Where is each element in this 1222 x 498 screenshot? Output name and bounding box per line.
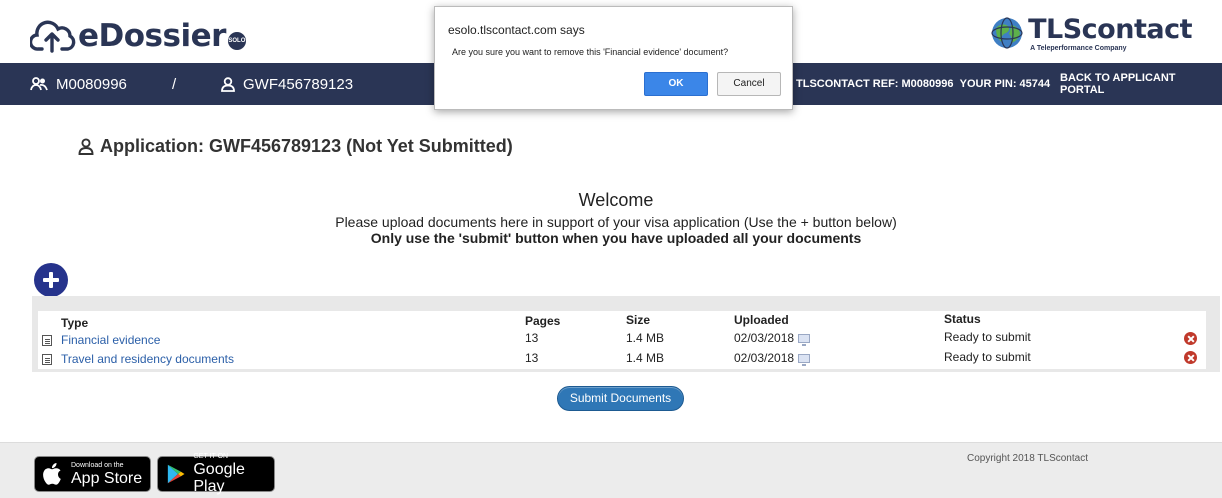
app-store-badge[interactable]: Download on the App Store [34, 456, 151, 492]
dialog-title: esolo.tlscontact.com says [448, 23, 585, 37]
pin-value: 45744 [1019, 78, 1051, 90]
cloud-upload-icon [30, 20, 76, 53]
document-link-travel-residency[interactable]: Travel and residency documents [61, 352, 234, 366]
globe-icon [991, 17, 1023, 49]
user-icon [78, 138, 94, 155]
ref-value: M0080996 [901, 78, 954, 90]
document-link-financial-evidence[interactable]: Financial evidence [61, 333, 160, 347]
reference-info: TLSCONTACT REF: M0080996 YOUR PIN: 45744 [796, 63, 1050, 105]
size-cell: 1.4 MB [626, 351, 665, 365]
page: eDossier SOLO TLScontact A Teleperforman… [0, 0, 1222, 498]
confirm-dialog: esolo.tlscontact.com says Are you sure y… [434, 6, 793, 110]
tlscontact-logo[interactable]: TLScontact A Teleperformance Company [990, 16, 1192, 52]
remove-circle-icon[interactable] [1184, 332, 1197, 345]
uploaded-cell: 02/03/2018 [734, 331, 811, 346]
welcome-heading: Welcome [578, 190, 654, 210]
apple-icon [43, 463, 61, 485]
welcome-instructions: Please upload documents here in support … [335, 214, 897, 230]
appstore-caption: Download on the [71, 461, 124, 469]
status-cell: Ready to submit [944, 330, 1031, 344]
edossier-logo[interactable]: eDossier SOLO [30, 18, 246, 54]
application-title-text: Application: GWF456789123 (Not Yet Submi… [100, 136, 513, 156]
uploaded-date: 02/03/2018 [734, 331, 795, 345]
pages-cell: 13 [525, 331, 539, 345]
appstore-name: App Store [71, 469, 143, 487]
plus-circle-icon[interactable] [34, 263, 68, 297]
monitor-icon [798, 354, 811, 366]
column-header-size: Size [626, 313, 651, 327]
monitor-icon [798, 334, 811, 346]
remove-circle-icon[interactable] [1184, 351, 1197, 364]
users-icon [30, 77, 48, 91]
pages-cell: 13 [525, 351, 539, 365]
cancel-button[interactable]: Cancel [717, 72, 781, 96]
solo-badge: SOLO [227, 32, 246, 50]
googleplay-caption: GET IT ON [193, 453, 229, 460]
submit-documents-button[interactable]: Submit Documents [557, 386, 684, 411]
copyright-text: Copyright 2018 TLScontact [966, 453, 1088, 464]
back-to-portal-link[interactable]: BACK TO APPLICANT PORTAL [1060, 63, 1222, 105]
nav-separator: / [172, 75, 177, 93]
ok-button[interactable]: OK [644, 72, 708, 96]
column-header-status: Status [944, 312, 981, 326]
group-id: M0080996 [56, 75, 127, 93]
documents-table: Type Pages Size Uploaded Status Financia… [38, 311, 1206, 369]
google-play-icon [167, 464, 185, 484]
googleplay-name: Google Play [193, 461, 245, 495]
pin-label: YOUR PIN: [959, 78, 1017, 90]
status-cell: Ready to submit [944, 350, 1031, 364]
group-id-item[interactable]: M0080996 [30, 63, 127, 105]
google-play-badge[interactable]: GET IT ON Google Play [157, 453, 275, 495]
brand-name: eDossier [78, 18, 226, 54]
partner-name: TLScontact [1028, 14, 1192, 45]
welcome-section: Welcome Please upload documents here in … [0, 190, 1222, 246]
document-icon [42, 335, 52, 346]
welcome-warning: Only use the 'submit' button when you ha… [370, 230, 862, 246]
size-cell: 1.4 MB [626, 331, 665, 345]
uploaded-cell: 02/03/2018 [734, 351, 811, 366]
applicant-id: GWF456789123 [243, 75, 354, 93]
applicant-id-item[interactable]: GWF456789123 [221, 63, 353, 105]
ref-label: TLSCONTACT REF: [796, 78, 899, 90]
user-icon [221, 76, 235, 92]
column-header-pages: Pages [525, 314, 561, 328]
application-title: Application: GWF456789123 (Not Yet Submi… [78, 136, 513, 157]
partner-tagline: A Teleperformance Company [1030, 45, 1127, 52]
dialog-message: Are you sure you want to remove this 'Fi… [452, 47, 729, 57]
document-icon [42, 354, 52, 365]
column-header-type: Type [61, 316, 89, 330]
column-header-uploaded: Uploaded [734, 313, 789, 327]
uploaded-date: 02/03/2018 [734, 351, 795, 365]
